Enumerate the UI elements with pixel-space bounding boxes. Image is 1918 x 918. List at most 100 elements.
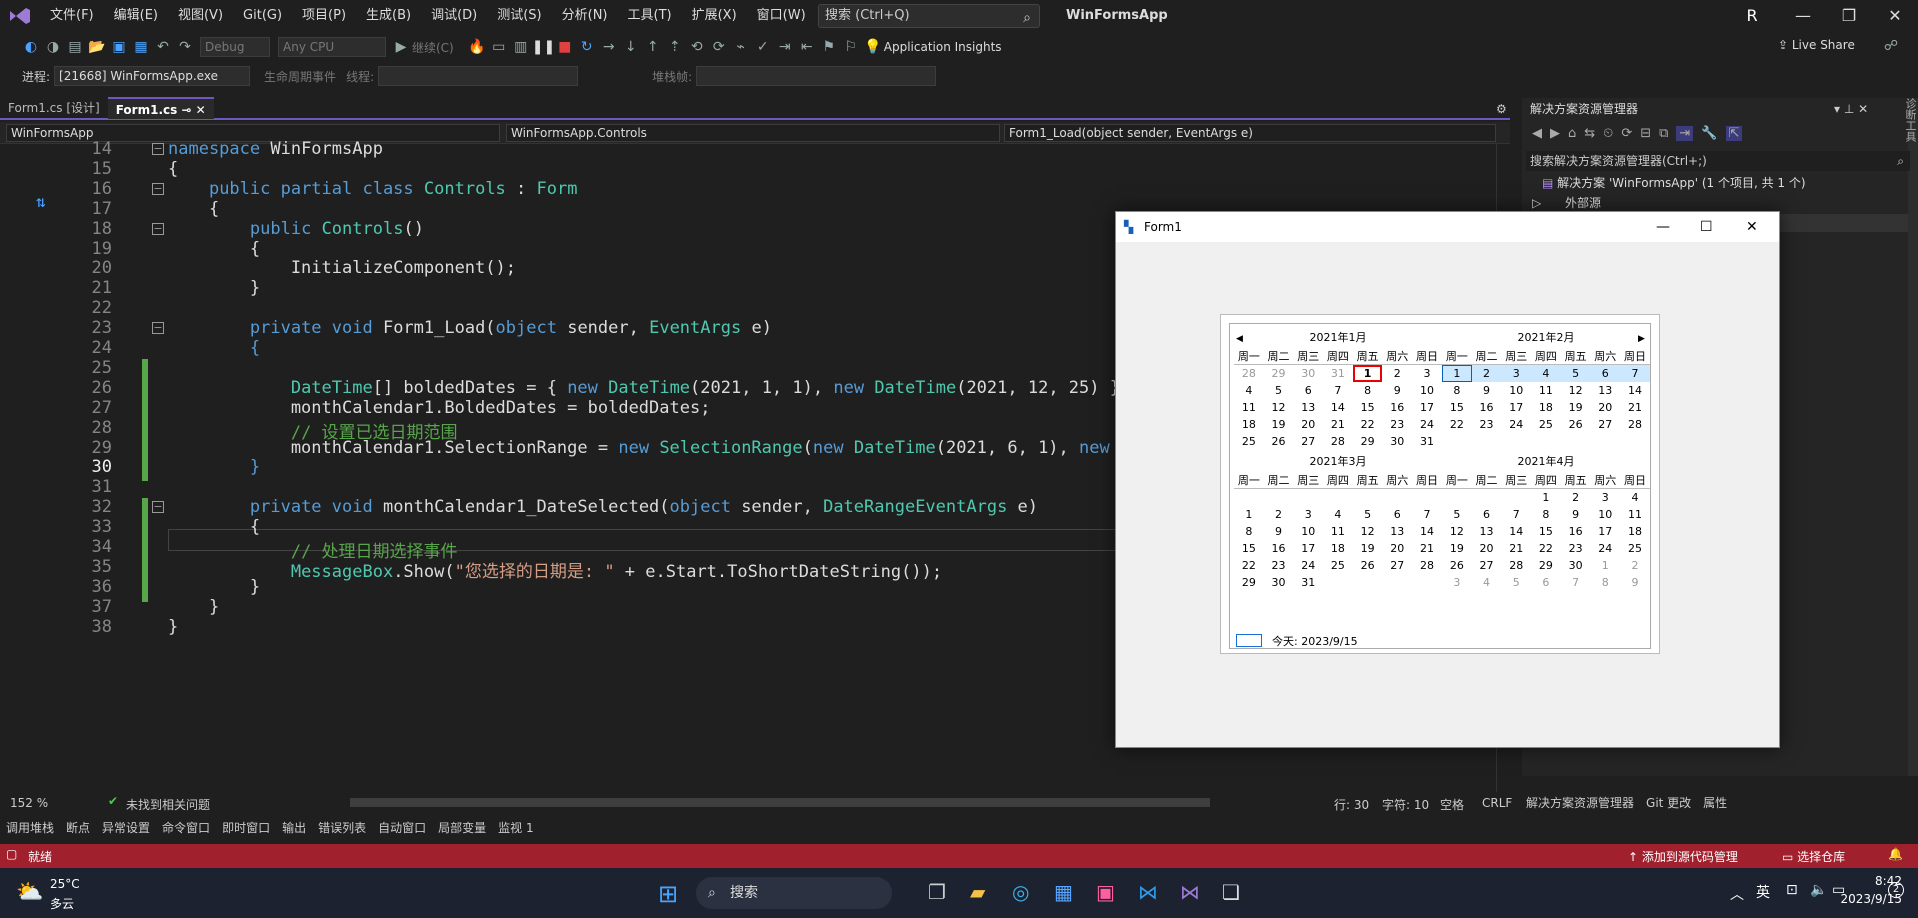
- feedback-icon[interactable]: ☍: [1880, 38, 1902, 54]
- network-icon[interactable]: ⊡: [1786, 882, 1798, 898]
- fold-toggle-icon[interactable]: −: [152, 143, 164, 155]
- tool-tab[interactable]: 监视 1: [492, 817, 539, 839]
- day-cell[interactable]: 3: [1501, 365, 1531, 382]
- step-out-icon[interactable]: ↑: [642, 39, 664, 55]
- month-calendar[interactable]: ◀ ▶ 2021年1月 周一 周二 周三 周四 周五 周六 周日 28 29 30 31 1 2 3 4 5 6 7…: [1220, 314, 1660, 654]
- tool-tab[interactable]: 即时窗口: [216, 817, 276, 839]
- day-cell[interactable]: 4: [1323, 506, 1353, 523]
- play-icon[interactable]: ▶: [390, 39, 412, 55]
- day-cell[interactable]: 21: [1501, 540, 1531, 557]
- restore-icon[interactable]: ❐: [1826, 0, 1872, 32]
- day-cell[interactable]: 11: [1620, 506, 1650, 523]
- side-tool-tabs[interactable]: 诊断工具: [1896, 98, 1918, 218]
- horizontal-scrollbar[interactable]: [350, 798, 1210, 807]
- restart-icon[interactable]: ↻: [576, 39, 598, 55]
- day-cell[interactable]: 17: [1293, 540, 1323, 557]
- day-cell[interactable]: 21: [1412, 540, 1442, 557]
- taskbar-search[interactable]: ⌕ 搜索: [696, 877, 892, 909]
- issues-status[interactable]: 未找到相关问题: [126, 796, 210, 813]
- day-cell[interactable]: 21: [1620, 399, 1650, 416]
- day-cell[interactable]: 3: [1590, 489, 1620, 506]
- outdent-icon[interactable]: ⇤: [796, 39, 818, 55]
- fold-toggle-icon[interactable]: −: [152, 182, 164, 195]
- copy-icon[interactable]: ⧉: [1659, 126, 1668, 141]
- hot-reload-icon[interactable]: 🔥: [466, 39, 488, 55]
- day-cell[interactable]: 22: [1531, 540, 1561, 557]
- day-cell[interactable]: 28: [1412, 557, 1442, 574]
- jetbrains-icon[interactable]: ▣: [1096, 880, 1115, 904]
- code-line[interactable]: }: [168, 457, 260, 477]
- sync-icon[interactable]: ⟳: [1621, 126, 1632, 141]
- day-cell[interactable]: 13: [1590, 382, 1620, 399]
- day-cell[interactable]: 26: [1442, 557, 1472, 574]
- menu-item[interactable]: 窗口(W): [747, 0, 816, 32]
- day-cell[interactable]: 5: [1442, 506, 1472, 523]
- indent-icon[interactable]: ⇥: [774, 39, 796, 55]
- process-dropdown[interactable]: [21668] WinFormsApp.exe: [54, 66, 251, 86]
- day-cell[interactable]: 24: [1293, 557, 1323, 574]
- day-cell[interactable]: 5: [1264, 382, 1294, 399]
- day-cell[interactable]: 22: [1442, 416, 1472, 433]
- day-cell[interactable]: 9: [1561, 506, 1591, 523]
- day-cell[interactable]: 28: [1323, 433, 1353, 450]
- comment-icon[interactable]: ⟲: [686, 39, 708, 55]
- close-icon[interactable]: ✕: [1872, 0, 1918, 32]
- uncomment-icon[interactable]: ⟳: [708, 39, 730, 55]
- day-cell[interactable]: 24: [1412, 416, 1442, 433]
- day-cell[interactable]: 8: [1234, 523, 1264, 540]
- step-over-icon[interactable]: →: [598, 39, 620, 55]
- back-icon[interactable]: ◀: [1532, 126, 1542, 141]
- lifecycle-events-button[interactable]: 生命周期事件: [264, 68, 336, 85]
- day-cell[interactable]: 6: [1472, 506, 1502, 523]
- class-dropdown[interactable]: WinFormsApp.Controls: [506, 124, 1000, 142]
- day-cell[interactable]: 5: [1561, 365, 1591, 382]
- forward-icon[interactable]: ▶: [1550, 126, 1560, 141]
- search-box[interactable]: 搜索 (Ctrl+Q) ⌕: [818, 4, 1040, 28]
- step-into-icon[interactable]: ↓: [620, 39, 642, 55]
- layout-icon[interactable]: ▥: [510, 39, 532, 55]
- menu-item[interactable]: 编辑(E): [104, 0, 168, 32]
- day-cell[interactable]: 3: [1442, 574, 1472, 591]
- day-cell[interactable]: 12: [1353, 523, 1383, 540]
- code-line[interactable]: MessageBox.Show("您选择的日期是: " + e.Start.To…: [168, 557, 942, 582]
- day-cell[interactable]: 31: [1323, 365, 1353, 382]
- settings-gear-icon[interactable]: ⚙: [1496, 102, 1507, 116]
- day-cell[interactable]: 8: [1442, 382, 1472, 399]
- day-cell[interactable]: 11: [1531, 382, 1561, 399]
- menu-item[interactable]: 调试(D): [421, 0, 487, 32]
- day-cell[interactable]: 8: [1531, 506, 1561, 523]
- code-line[interactable]: {: [168, 239, 260, 259]
- menu-item[interactable]: 视图(V): [168, 0, 233, 32]
- day-cell[interactable]: 17: [1501, 399, 1531, 416]
- open-icon[interactable]: 📂: [86, 39, 108, 55]
- day-cell[interactable]: 2: [1620, 557, 1650, 574]
- menu-item[interactable]: 项目(P): [292, 0, 356, 32]
- file-explorer-icon[interactable]: ▰: [970, 880, 985, 904]
- day-cell[interactable]: 7: [1501, 506, 1531, 523]
- code-line[interactable]: {: [168, 338, 260, 358]
- edge-icon[interactable]: ◎: [1012, 880, 1029, 904]
- external-sources-node[interactable]: ▷ 外部源: [1532, 194, 1601, 211]
- day-cell[interactable]: 21: [1323, 416, 1353, 433]
- redo-icon[interactable]: ↷: [174, 39, 196, 55]
- live-share-button[interactable]: ⇪ Live Share: [1778, 38, 1855, 52]
- properties-icon[interactable]: 🔧: [1701, 126, 1717, 141]
- day-cell[interactable]: 2: [1561, 489, 1591, 506]
- menu-item[interactable]: Git(G): [233, 0, 292, 32]
- pause-icon[interactable]: ❚❚: [532, 39, 555, 55]
- winforms-app-icon[interactable]: ❏: [1222, 880, 1240, 904]
- day-cell[interactable]: 23: [1382, 416, 1412, 433]
- day-cell[interactable]: 16: [1472, 399, 1502, 416]
- code-line[interactable]: monthCalendar1.BoldedDates = boldedDates…: [168, 398, 711, 418]
- day-cell[interactable]: 4: [1620, 489, 1650, 506]
- day-cell[interactable]: 22: [1353, 416, 1383, 433]
- code-line[interactable]: }: [168, 597, 219, 617]
- day-cell[interactable]: 18: [1323, 540, 1353, 557]
- day-cell[interactable]: 2: [1472, 365, 1502, 382]
- app-insights-button[interactable]: Application Insights: [884, 40, 1002, 54]
- day-cell[interactable]: 19: [1561, 399, 1591, 416]
- day-cell[interactable]: 14: [1501, 523, 1531, 540]
- home-icon[interactable]: ⌂: [1568, 126, 1576, 141]
- day-cell[interactable]: 29: [1531, 557, 1561, 574]
- menu-item[interactable]: 工具(T): [618, 0, 682, 32]
